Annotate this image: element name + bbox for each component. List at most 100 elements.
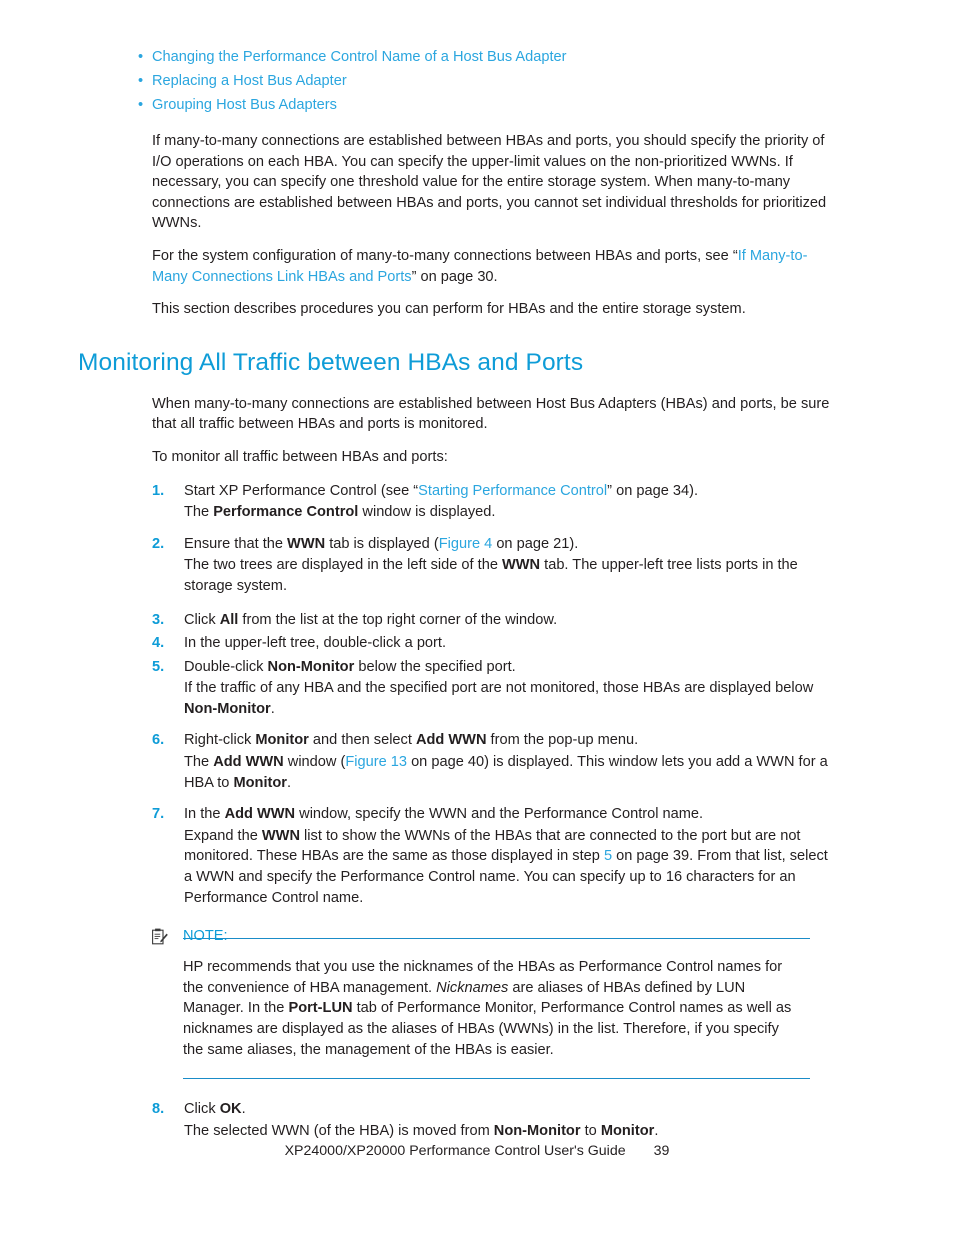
sub-mid: window ( — [283, 754, 346, 771]
ui-term: All — [219, 611, 239, 628]
sub-pre: If the traffic of any HBA and the specif… — [184, 680, 814, 697]
procedure-steps: 1. Start XP Performance Control (see “St… — [78, 481, 838, 909]
step-text: Ensure that the WWN tab is displayed (Fi… — [184, 536, 578, 552]
step-number: 5. — [152, 658, 165, 675]
step-text-post: from the pop-up menu. — [486, 732, 639, 749]
footer-page-number: 39 — [653, 1143, 670, 1159]
step-text-post: on page 34). — [612, 482, 699, 499]
step-text: Click All from the list at the top right… — [184, 612, 557, 628]
intro-p2-lead: For the system configuration of many-to-… — [152, 247, 729, 264]
sub-pre: Expand the — [184, 827, 262, 844]
ui-term: Monitor — [233, 774, 287, 791]
note-admonition: NOTE: HP recommends that you use the nic… — [78, 928, 838, 1080]
step-subtext: The two trees are displayed in the left … — [184, 555, 838, 596]
bullet-icon: • — [138, 49, 144, 65]
page-footer: XP24000/XP20000 Performance Control User… — [0, 1142, 954, 1160]
step-2: 2. Ensure that the WWN tab is displayed … — [78, 534, 838, 597]
step-number: 1. — [152, 482, 165, 499]
note-emphasis: Nicknames — [436, 979, 509, 996]
sub-pre: The selected WWN (of the HBA) is moved f… — [184, 1122, 494, 1139]
ui-term: Add WWN — [415, 732, 487, 749]
ui-term: OK — [219, 1101, 242, 1118]
ui-term: Add WWN — [224, 806, 296, 823]
bullet-icon: • — [138, 73, 144, 89]
note-label: NOTE: — [183, 928, 228, 945]
step-text-mid: and then select — [308, 732, 416, 749]
step-3: 3. Click All from the list at the top ri… — [78, 610, 838, 631]
footer-document-title: XP24000/XP20000 Performance Control User… — [284, 1143, 626, 1159]
ui-term: WWN — [502, 557, 541, 574]
ui-term: Non-Monitor — [184, 700, 271, 717]
ui-term: Performance Control — [213, 504, 359, 521]
document-page: • Changing the Performance Control Name … — [0, 0, 954, 1235]
step-text: Double-click Non-Monitor below the speci… — [184, 659, 516, 675]
related-topic-link[interactable]: Grouping Host Bus Adapters — [152, 97, 337, 113]
step-4: 4. In the upper-left tree, double-click … — [78, 633, 838, 654]
ui-term: Add WWN — [213, 754, 284, 771]
sub-post: . — [654, 1122, 659, 1139]
step-text: In the upper-left tree, double-click a p… — [184, 635, 447, 652]
intro-paragraph-3: This section describes procedures you ca… — [152, 301, 746, 318]
step-text: In the Add WWN window, specify the WWN a… — [184, 806, 703, 822]
ui-term: Monitor — [255, 732, 309, 749]
step-number: 4. — [152, 635, 165, 652]
sub-post: . — [270, 700, 275, 717]
sub-post: window is displayed. — [358, 504, 496, 521]
step-text-post: from the list at the top right corner of… — [238, 611, 558, 628]
step-subtext: If the traffic of any HBA and the specif… — [184, 678, 838, 719]
step-subtext: The selected WWN (of the HBA) is moved f… — [184, 1121, 838, 1142]
step-text-post: on page 21). — [492, 535, 579, 552]
sub-pre: The — [184, 754, 214, 771]
step-text-pre: In the — [184, 806, 225, 823]
step-number: 2. — [152, 535, 165, 552]
page-content: • Changing the Performance Control Name … — [78, 46, 838, 1141]
sub-pre: The — [184, 504, 214, 521]
note-bottom-rule — [183, 1078, 810, 1080]
step-subtext: Expand the WWN list to show the WWNs of … — [184, 826, 838, 908]
step-5: 5. Double-click Non-Monitor below the sp… — [78, 657, 838, 720]
step-text-post: window, specify the WWN and the Performa… — [295, 806, 704, 823]
step-number: 3. — [152, 611, 165, 628]
step-6: 6. Right-click Monitor and then select A… — [78, 730, 838, 793]
ui-term: Non-Monitor — [493, 1122, 581, 1139]
step-text-pre: Double-click — [184, 658, 268, 675]
step-subtext: The Add WWN window (Figure 13 on page 40… — [184, 752, 838, 793]
step-number: 8. — [152, 1101, 165, 1118]
step-1: 1. Start XP Performance Control (see “St… — [78, 481, 838, 523]
step-subtext: The Performance Control window is displa… — [184, 502, 838, 523]
note-body: HP recommends that you use the nicknames… — [152, 957, 803, 1060]
section-heading-wrap: Monitoring All Traffic between HBAs and … — [78, 348, 838, 378]
step-number: 6. — [152, 732, 165, 749]
figure-reference-link[interactable]: Figure 4 — [439, 536, 493, 552]
intro-paragraph-1: If many-to-many connections are establis… — [152, 133, 827, 232]
step-text-post: . — [241, 1101, 246, 1118]
page-title: Monitoring All Traffic between HBAs and … — [78, 348, 584, 376]
ui-term: Monitor — [600, 1122, 655, 1139]
related-topics-list: • Changing the Performance Control Name … — [78, 46, 838, 117]
step-text-mid: tab is displayed ( — [325, 535, 439, 552]
step-text: Right-click Monitor and then select Add … — [184, 732, 638, 748]
bullet-icon: • — [138, 97, 144, 113]
related-topic-link[interactable]: Changing the Performance Control Name of… — [152, 49, 567, 65]
figure-reference-link[interactable]: Figure 13 — [345, 754, 407, 770]
step-text-pre: Right-click — [184, 732, 256, 749]
section-paragraph-2: To monitor all traffic between HBAs and … — [152, 448, 448, 465]
related-topic-link[interactable]: Replacing a Host Bus Adapter — [152, 73, 347, 89]
ui-term: Non-Monitor — [267, 658, 355, 675]
sub-pre: The two trees are displayed in the left … — [184, 557, 502, 574]
ui-term: WWN — [261, 827, 300, 844]
list-item[interactable]: • Grouping Host Bus Adapters — [78, 94, 838, 117]
step-text-pre: Start XP Performance Control (see — [184, 482, 414, 499]
step-text: Start XP Performance Control (see “Start… — [184, 483, 698, 499]
note-clipboard-icon — [152, 928, 168, 945]
step-text: Click OK. — [184, 1101, 246, 1117]
list-item[interactable]: • Replacing a Host Bus Adapter — [78, 70, 838, 93]
step-reference-link[interactable]: 5 — [604, 848, 612, 864]
list-item[interactable]: • Changing the Performance Control Name … — [78, 46, 838, 69]
step-text-pre: Click — [184, 611, 220, 628]
cross-reference-link[interactable]: Starting Performance Control — [418, 483, 607, 499]
sub-post: . — [286, 774, 292, 791]
procedure-steps-tail: 8. Click OK. The selected WWN (of the HB… — [78, 1099, 838, 1141]
step-text-pre: Ensure that the — [184, 535, 288, 552]
step-number: 7. — [152, 806, 165, 823]
